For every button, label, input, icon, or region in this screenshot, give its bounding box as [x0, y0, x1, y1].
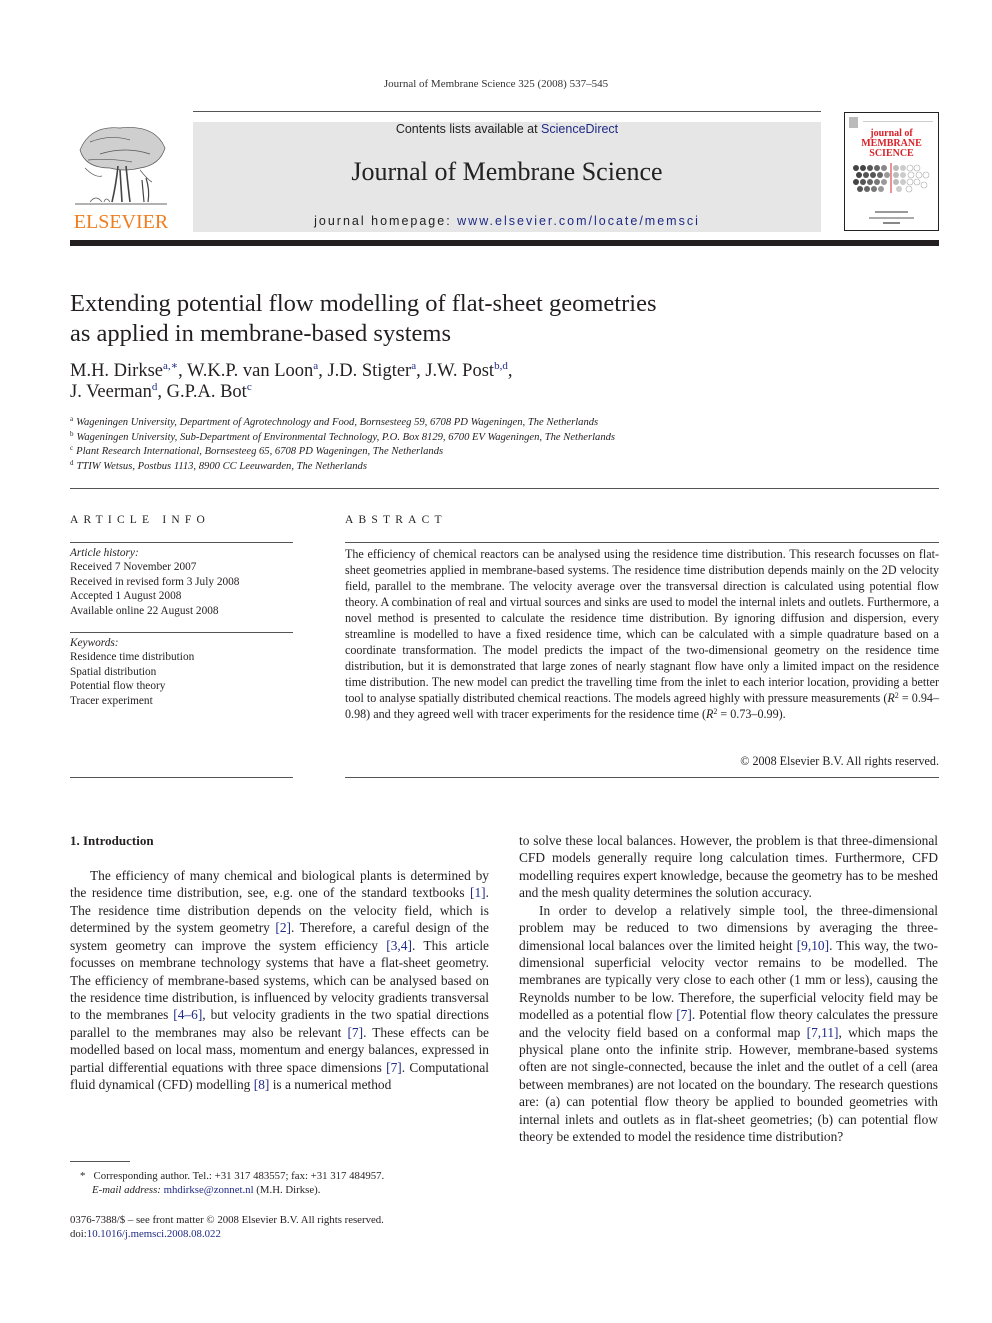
affiliation: a Wageningen University, Department of Ag… — [70, 415, 599, 429]
keywords: Keywords: Residence time distribution Sp… — [70, 636, 293, 708]
journal-title: Journal of Membrane Science — [351, 157, 663, 186]
history-item: Received in revised form 3 July 2008 — [70, 575, 240, 588]
homepage-prefix: journal homepage: — [314, 214, 458, 228]
abstract-copyright: © 2008 Elsevier B.V. All rights reserved… — [740, 754, 939, 768]
paragraph-text: The efficiency of many chemical and biol… — [70, 868, 489, 901]
keyword: Tracer experiment — [70, 694, 153, 707]
history-item: Available online 22 August 2008 — [70, 604, 219, 617]
citation-link[interactable]: [7] — [676, 1007, 692, 1022]
keyword: Potential flow theory — [70, 680, 166, 693]
sciencedirect-link[interactable]: ScienceDirect — [541, 122, 618, 136]
author[interactable]: G.P.A. Botc — [167, 381, 252, 403]
citation-link[interactable]: [4–6] — [173, 1007, 202, 1022]
author-email-link[interactable]: mhdirkse@zonnet.nl — [164, 1184, 254, 1196]
citation-link[interactable]: [9,10] — [797, 938, 829, 953]
divider — [70, 632, 293, 633]
paragraph-text: is a numerical method — [269, 1077, 392, 1093]
cover-title-line3: SCIENCE — [869, 148, 914, 159]
front-matter: 0376-7388/$ – see front matter © 2008 El… — [70, 1213, 510, 1242]
author-list: M.H. Dirksea,∗, W.K.P. van Loona, J.D. S… — [70, 360, 513, 403]
corresponding-author-note: * Corresponding author. Tel.: +31 317 48… — [80, 1170, 385, 1182]
abstract-heading: ABSTRACT — [345, 514, 447, 526]
affiliation: b Wageningen University, Sub-Department o… — [70, 429, 616, 443]
paragraph-text: , which maps the physical plane onto the… — [519, 1024, 938, 1145]
cover-footer-mark — [883, 222, 900, 224]
running-head: Journal of Membrane Science 325 (2008) 5… — [383, 78, 609, 90]
elsevier-wordmark: ELSEVIER — [73, 211, 169, 233]
history-item: Accepted 1 August 2008 — [70, 590, 182, 603]
citation-link[interactable]: [2] — [275, 920, 291, 935]
citation-link[interactable]: [1] — [470, 885, 486, 900]
divider — [345, 542, 939, 543]
header-thick-rule — [70, 240, 939, 246]
paragraph: In order to develop a relatively simple … — [519, 902, 938, 1146]
article-history: Article history: Received 7 November 200… — [70, 546, 293, 618]
history-item: Received 7 November 2007 — [70, 561, 197, 574]
article-title: Extending potential flow modelling of fl… — [70, 289, 770, 349]
author-affiliation-marker[interactable]: a,∗ — [163, 360, 178, 372]
divider — [70, 777, 293, 778]
affiliation: c Plant Research International, Bornseste… — [70, 444, 444, 458]
author[interactable]: J.D. Stigtera — [327, 361, 416, 382]
keywords-label: Keywords: — [70, 637, 119, 649]
doi-line: doi:10.1016/j.memsci.2008.08.022 — [70, 1228, 221, 1241]
footnote-marker: * — [80, 1170, 86, 1182]
citation-link[interactable]: [7] — [347, 1025, 363, 1040]
author[interactable]: J.W. Postb,d — [425, 360, 508, 382]
author[interactable]: J. Veermand — [70, 382, 157, 403]
divider — [70, 488, 939, 489]
author-affiliation-marker[interactable]: b,d — [494, 360, 508, 372]
cover-footer-mark — [869, 217, 914, 219]
journal-cover-thumbnail: journal of MEMBRANE SCIENCE — [844, 112, 939, 231]
section-heading-introduction: 1. Introduction — [70, 833, 154, 848]
keyword: Spatial distribution — [70, 665, 157, 678]
divider — [345, 777, 939, 778]
author-affiliation-marker[interactable]: c — [247, 381, 252, 393]
contents-prefix: Contents lists available at — [395, 122, 542, 136]
cover-molecule-graphic-icon — [853, 163, 930, 193]
citation-link[interactable]: [8] — [254, 1077, 270, 1092]
divider — [193, 111, 821, 112]
divider — [70, 542, 293, 543]
paragraph: The efficiency of many chemical and biol… — [70, 867, 489, 1093]
affiliation: d TTIW Wetsus, Postbus 1113, 8900 CC Leeu… — [70, 458, 367, 472]
email-note: E-mail address: mhdirkse@zonnet.nl (M.H.… — [92, 1184, 321, 1197]
author[interactable]: W.K.P. van Loona — [187, 361, 318, 382]
footnote: * Corresponding author. Tel.: +31 317 48… — [80, 1169, 500, 1198]
footnote-rule — [70, 1161, 130, 1162]
article-history-label: Article history: — [70, 547, 139, 559]
article-title-line: Extending potential flow modelling of fl… — [70, 290, 657, 317]
article-title-line: as applied in membrane-based systems — [70, 320, 452, 347]
body-column-right: to solve these local balances. However, … — [519, 832, 938, 1146]
abstract-text: The efficiency of chemical reactors can … — [345, 547, 939, 721]
journal-homepage-line: journal homepage: www.elsevier.com/locat… — [193, 214, 821, 228]
affiliations: a Wageningen University, Department of Ag… — [70, 416, 770, 474]
cover-footer-mark — [875, 211, 908, 213]
issn-line: 0376-7388/$ – see front matter © 2008 El… — [70, 1214, 384, 1226]
author[interactable]: M.H. Dirksea,∗ — [70, 360, 178, 382]
keyword: Residence time distribution — [70, 651, 195, 664]
contents-line: Contents lists available at ScienceDirec… — [193, 122, 821, 136]
paragraph: to solve these local balances. However, … — [519, 833, 938, 901]
citation-link[interactable]: [7] — [386, 1060, 402, 1075]
doi-link[interactable]: 10.1016/j.memsci.2008.08.022 — [87, 1228, 221, 1240]
cover-publisher-mark-icon — [849, 117, 858, 128]
article-info-heading: ARTICLE INFO — [70, 514, 210, 526]
body-column-left: The efficiency of many chemical and biol… — [70, 867, 489, 1093]
journal-homepage-link[interactable]: www.elsevier.com/locate/memsci — [457, 214, 700, 228]
citation-link[interactable]: [3,4] — [386, 938, 412, 953]
citation-link[interactable]: [7,11] — [807, 1025, 839, 1040]
cover-rule — [863, 121, 933, 122]
